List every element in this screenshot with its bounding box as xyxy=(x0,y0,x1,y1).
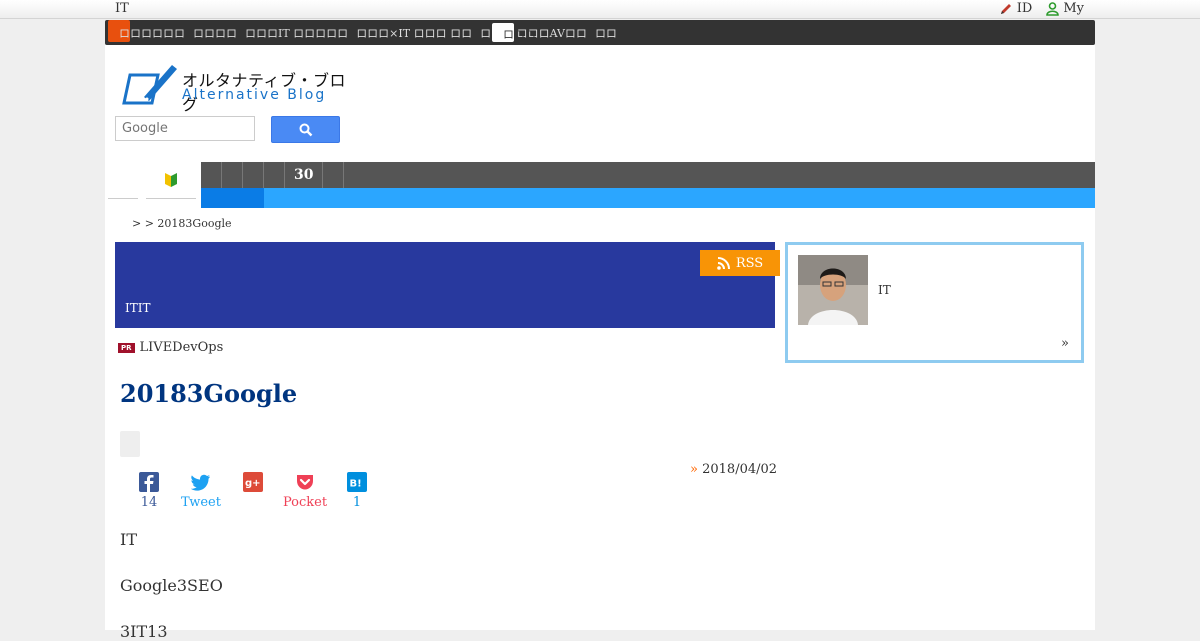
network-nav-item[interactable]: ロロロロ xyxy=(193,25,237,41)
my-label: My xyxy=(1063,1,1084,16)
googleplus-share-button[interactable]: g+ xyxy=(227,472,279,510)
date-marker: » xyxy=(690,462,698,477)
pr-badge: PR xyxy=(118,342,135,353)
network-nav-item[interactable]: ロロロIT ロロロロロ xyxy=(245,25,348,41)
rss-button[interactable]: RSS xyxy=(700,250,780,276)
category-tab[interactable] xyxy=(201,162,222,188)
site-name[interactable]: IT xyxy=(115,0,129,17)
svg-text:B!: B! xyxy=(350,479,362,490)
user-icon xyxy=(1046,1,1060,16)
search-box xyxy=(115,116,258,141)
article-paragraph: Google3SEO xyxy=(120,576,223,595)
network-nav-bar: ロロロロロロ ロロロロ ロロロIT ロロロロロ ロロロ×IT ロロロ ロロ ロロ… xyxy=(105,20,1095,45)
category-tab[interactable] xyxy=(323,162,344,188)
search-button[interactable] xyxy=(271,116,340,143)
hatena-bookmark-button[interactable]: B! 1 xyxy=(331,472,383,510)
pocket-label: Pocket xyxy=(282,495,328,510)
article-tag[interactable] xyxy=(120,431,140,457)
facebook-count: 14 xyxy=(140,495,158,510)
twitter-icon xyxy=(191,474,210,491)
category-number: 30 xyxy=(294,167,314,183)
article-date: » 2018/04/02 xyxy=(690,462,777,477)
network-nav-active-label: ロロロ xyxy=(503,28,536,41)
author-avatar[interactable] xyxy=(798,255,868,325)
search-icon xyxy=(299,123,312,136)
svg-text:g+: g+ xyxy=(245,478,261,489)
article-title: 20183Google xyxy=(120,379,298,408)
pencil-icon xyxy=(1000,3,1011,14)
network-nav-item[interactable]: ロロロロロロ xyxy=(119,25,185,41)
breadcrumb: > > 20183Google xyxy=(132,217,232,230)
date-text: 2018/04/02 xyxy=(702,462,778,477)
user-links: ID My xyxy=(999,0,1084,17)
author-name[interactable]: IT xyxy=(878,283,891,297)
author-profile-box: IT » xyxy=(785,242,1084,363)
page-container: オルタナティブ・ブログ Alternative Blog 30 > > 2018… xyxy=(105,45,1095,641)
category-tab[interactable] xyxy=(222,162,243,188)
logo-text-en: Alternative Blog xyxy=(182,87,327,103)
hatena-bookmark-icon: B! xyxy=(347,472,367,492)
search-input[interactable] xyxy=(116,117,258,140)
article-paragraph: IT xyxy=(120,530,137,549)
subcategory-bar xyxy=(201,188,1095,208)
social-share-bar: 14 Tweet g+ Pocket B! 1 xyxy=(123,472,383,510)
site-logo[interactable]: オルタナティブ・ブログ Alternative Blog xyxy=(122,63,352,114)
googleplus-icon: g+ xyxy=(243,472,263,492)
hatena-count: 1 xyxy=(352,495,362,510)
network-nav-item[interactable]: ロロ xyxy=(595,25,617,41)
category-tab[interactable] xyxy=(243,162,264,188)
my-link[interactable]: My xyxy=(1046,0,1084,17)
nav-tab-beginner[interactable] xyxy=(146,162,196,199)
facebook-share-button[interactable]: 14 xyxy=(123,472,175,510)
rss-label: RSS xyxy=(735,255,764,271)
id-link[interactable]: ID xyxy=(999,0,1033,17)
network-nav-item[interactable]: ロロロ×IT ロロロ ロロ xyxy=(356,25,472,41)
twitter-share-button[interactable]: Tweet xyxy=(175,472,227,510)
nav-tab-home[interactable] xyxy=(108,162,138,199)
category-bar: 30 xyxy=(201,162,1095,188)
pr-text: LIVEDevOps xyxy=(139,340,224,355)
id-label: ID xyxy=(1016,1,1033,16)
pocket-share-button[interactable]: Pocket xyxy=(279,472,331,510)
facebook-icon xyxy=(139,472,159,492)
beginner-mark-icon xyxy=(165,173,177,187)
article-paragraph: 3IT13 xyxy=(120,622,168,641)
pr-link[interactable]: PR LIVEDevOps xyxy=(118,340,223,355)
author-photo xyxy=(798,255,868,325)
rss-icon xyxy=(717,256,730,270)
author-more-link[interactable]: » xyxy=(1061,336,1069,351)
tweet-label: Tweet xyxy=(181,495,221,510)
blog-description: ITIT xyxy=(125,301,151,315)
top-utility-bar: IT ID My xyxy=(0,0,1200,19)
tablet-pen-logo-icon xyxy=(122,65,177,105)
pocket-icon xyxy=(297,475,313,490)
subcategory-active-tab[interactable] xyxy=(201,188,264,208)
network-nav-items: ロロロロロロ ロロロロ ロロロIT ロロロロロ ロロロ×IT ロロロ ロロ ロロ… xyxy=(119,20,617,45)
blog-header-banner: ITIT xyxy=(115,242,775,328)
category-tab[interactable] xyxy=(264,162,285,188)
